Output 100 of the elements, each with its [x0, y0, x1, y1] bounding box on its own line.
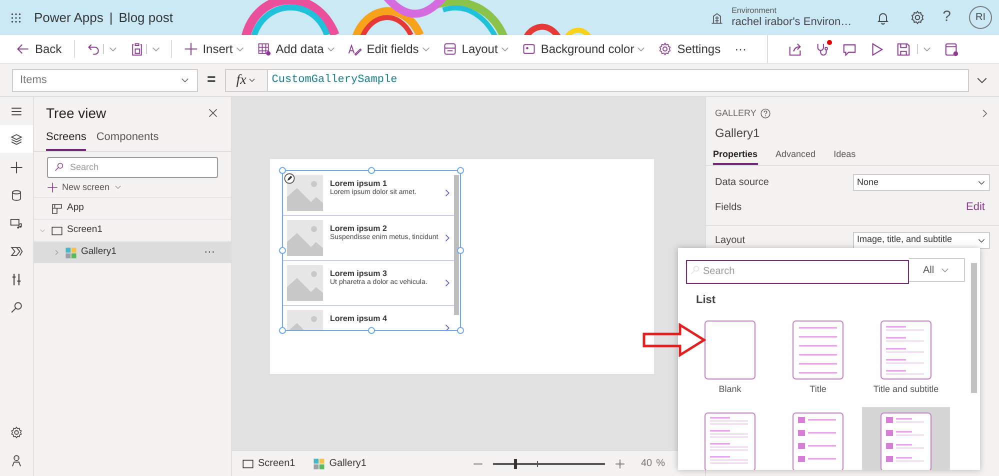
help-icon[interactable] [760, 108, 772, 120]
environment-name[interactable]: rachel irabor's Environ… [732, 16, 852, 28]
toolbar-button[interactable]: Background color [520, 37, 636, 61]
stethoscope-icon[interactable] [815, 42, 830, 56]
scrollbar[interactable] [454, 175, 459, 315]
close-icon[interactable] [207, 107, 219, 119]
screen-icon [242, 458, 254, 470]
save-icon[interactable] [896, 42, 911, 56]
help-button[interactable]: ? [942, 6, 951, 29]
layers-icon [10, 132, 23, 146]
edit-icon[interactable] [284, 173, 295, 184]
layout-option[interactable]: Title and subtitle [862, 314, 950, 400]
new-screen-button[interactable]: New screen [47, 180, 218, 194]
layout-icon [442, 42, 457, 56]
avatar[interactable]: RI [969, 6, 992, 29]
resize-handle[interactable] [368, 167, 375, 174]
app-launcher-icon[interactable] [10, 12, 22, 24]
chevron-down-icon [39, 227, 46, 234]
toolbar-button[interactable]: Insert [182, 37, 235, 61]
property-label: Data source [715, 176, 769, 190]
breadcrumb[interactable]: Screen1 [242, 456, 296, 471]
search-icon [54, 162, 64, 172]
layout-option[interactable]: Title [774, 314, 862, 400]
rail-button[interactable] [0, 125, 33, 153]
more-button[interactable]: ··· [204, 244, 215, 261]
more-button[interactable]: ··· [732, 37, 749, 61]
layout-thumbnail-icon [880, 412, 932, 470]
building-icon [710, 10, 724, 24]
layout-option[interactable] [862, 407, 950, 470]
comment-icon[interactable] [842, 42, 857, 56]
property-dropdown[interactable]: Image, title, and subtitle [853, 232, 990, 248]
app-name: Power Apps [34, 8, 104, 27]
search-icon [10, 300, 23, 314]
back-arrow-icon [16, 42, 30, 56]
tab[interactable]: Properties [713, 148, 758, 165]
toolbar-button[interactable]: Settings [656, 37, 723, 61]
zoom-unit: % [656, 457, 665, 471]
pen-icon [348, 42, 362, 56]
tab[interactable]: Ideas [834, 148, 856, 165]
image-placeholder-icon [287, 220, 323, 256]
resize-handle[interactable] [368, 327, 375, 334]
formula-text[interactable]: CustomGallerySample [272, 72, 398, 88]
tree-item[interactable]: Gallery1 ··· [34, 241, 231, 263]
item-title: Lorem ipsum 1 [330, 179, 388, 188]
toolbar-button[interactable]: Edit fields [346, 37, 421, 61]
search-field[interactable]: Search [686, 260, 909, 284]
undo-icon [86, 42, 101, 56]
control-type: GALLERY [715, 107, 756, 120]
plus-icon [184, 42, 198, 56]
breadcrumb[interactable]: Gallery1 [313, 456, 366, 471]
publish-icon[interactable] [944, 42, 959, 56]
bell-icon[interactable] [876, 10, 890, 24]
chevron-right-icon [53, 249, 60, 256]
zoom-slider[interactable] [492, 458, 605, 470]
share-icon[interactable] [788, 42, 803, 56]
flow-icon [10, 244, 23, 258]
layout-thumbnail-icon [792, 320, 844, 380]
plus-icon [10, 160, 23, 174]
resize-handle[interactable] [457, 327, 464, 334]
equals-sign: = [207, 70, 216, 90]
title-separator: | [109, 8, 113, 27]
section-heading: List [696, 293, 717, 308]
settings-icon [658, 42, 672, 56]
resize-handle[interactable] [279, 247, 286, 254]
environment-label: Environment [732, 7, 778, 16]
image-placeholder-icon [287, 265, 323, 301]
resize-handle[interactable] [457, 247, 464, 254]
function-button[interactable]: fx [226, 70, 268, 90]
search-field[interactable]: Search [47, 156, 218, 178]
tab[interactable]: Advanced [776, 148, 816, 165]
tab[interactable]: Screens [46, 129, 86, 150]
resize-handle[interactable] [279, 327, 286, 334]
property-dropdown[interactable]: Items [12, 68, 198, 92]
resize-handle[interactable] [279, 167, 286, 174]
filter-dropdown[interactable]: All [909, 258, 965, 282]
zoom-value: 40 [640, 457, 652, 471]
layout-thumbnail-icon [880, 320, 932, 380]
slider-thumb[interactable] [514, 458, 518, 468]
search-icon [690, 265, 700, 275]
resize-handle[interactable] [457, 167, 464, 174]
edit-link[interactable]: Edit [966, 199, 985, 216]
toolbar-button[interactable]: Back [14, 37, 64, 61]
plus-icon [47, 182, 58, 193]
settings-icon[interactable] [910, 10, 925, 25]
play-icon[interactable] [869, 42, 884, 56]
picture-frame-icon [522, 42, 536, 56]
tree-item[interactable]: App [34, 197, 231, 219]
property-label: Fields [715, 201, 742, 215]
item-title: Lorem ipsum 2 [330, 224, 388, 234]
layout-thumbnail-icon [704, 320, 756, 380]
database-icon [10, 188, 23, 202]
property-dropdown[interactable]: None [853, 174, 990, 191]
callout-arrow [642, 323, 706, 357]
toolbar-button[interactable]: Layout [440, 37, 500, 61]
zoom-in-icon[interactable] [614, 458, 625, 468]
table-icon [256, 42, 271, 56]
tab[interactable]: Components [96, 129, 159, 150]
toolbar-button[interactable]: Add data [254, 37, 326, 61]
gallery-icon [313, 458, 326, 470]
layout-option[interactable]: Blank [686, 314, 774, 400]
